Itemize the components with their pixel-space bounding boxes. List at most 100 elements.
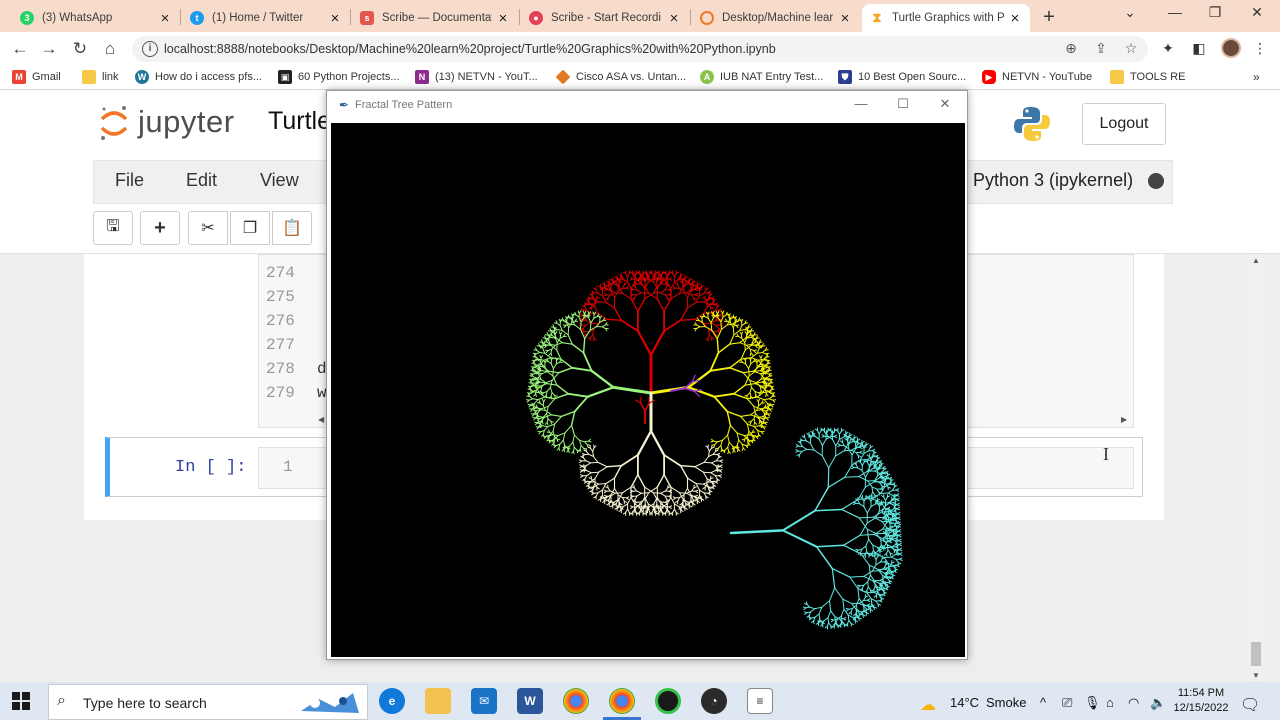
bookmark-netvn-youtube[interactable]: ▶ NETVN - YouTube	[982, 70, 1092, 84]
tab-jupyter-tree[interactable]: Desktop/Machine lear ×	[692, 4, 860, 32]
page-scrollbar[interactable]: ▲ ▼	[1248, 254, 1264, 682]
windows-start-icon[interactable]	[12, 692, 30, 710]
bookmark-star-icon[interactable]: ☆	[1122, 40, 1140, 57]
bookmark-python-projects[interactable]: ▣ 60 Python Projects...	[278, 70, 400, 84]
bookmark-label: (13) NETVN - YouT...	[435, 71, 538, 83]
fractal-branch-light-green	[525, 310, 653, 455]
new-tab-button[interactable]: +	[1040, 6, 1058, 29]
address-bar[interactable]: i localhost:8888/notebooks/Desktop/Machi…	[132, 36, 1148, 62]
site-info-icon[interactable]: i	[142, 41, 158, 57]
profile-avatar[interactable]	[1221, 38, 1241, 58]
microphone-icon[interactable]: 🎙	[1084, 695, 1101, 711]
bookmark-iub[interactable]: A IUB NAT Entry Test...	[700, 70, 823, 84]
notebook-title[interactable]: Turtle	[268, 107, 331, 136]
close-icon[interactable]: ×	[1008, 10, 1022, 27]
turtle-window-title: Fractal Tree Pattern	[355, 99, 453, 111]
close-icon[interactable]: ×	[667, 10, 681, 27]
bookmark-cisco[interactable]: Cisco ASA vs. Untan...	[555, 69, 687, 85]
hourglass-icon: ⧗	[872, 10, 882, 25]
close-window-icon[interactable]: ✕	[1246, 4, 1268, 21]
twitter-icon: t	[190, 11, 204, 25]
forward-icon[interactable]: →	[38, 38, 60, 60]
turtle-window-titlebar[interactable]: ✒ Fractal Tree Pattern — ☐ ✕	[327, 91, 967, 121]
reload-icon[interactable]: ↻	[69, 38, 91, 60]
minimize-icon[interactable]: —	[1164, 4, 1186, 20]
network-icon[interactable]: ⌂	[1106, 695, 1114, 710]
notepad-icon[interactable]: ≡	[747, 688, 773, 714]
volume-icon[interactable]: 🔈	[1150, 695, 1166, 711]
menu-file[interactable]: File	[115, 170, 144, 191]
maximize-icon[interactable]: ☐	[893, 96, 913, 112]
edge-icon[interactable]: e	[379, 688, 405, 714]
minimize-icon[interactable]: —	[851, 96, 871, 111]
weather-icon[interactable]: ☁	[920, 695, 936, 715]
recorder-icon[interactable]	[655, 688, 681, 714]
notification-icon[interactable]: 🗨	[1240, 695, 1260, 715]
chrome-active-icon[interactable]	[609, 688, 635, 714]
taskbar-search[interactable]: ⌕ Type here to search	[48, 684, 368, 720]
save-button[interactable]: 🖫	[93, 211, 133, 245]
menu-view[interactable]: View	[260, 170, 299, 191]
extensions-icon[interactable]: ✦	[1158, 40, 1178, 57]
fractal-branch-red	[578, 270, 724, 395]
system-clock[interactable]: 11:54 PM 12/15/2022	[1170, 686, 1232, 716]
restore-icon[interactable]: ❐	[1204, 4, 1226, 21]
bookmark-label: Cisco ASA vs. Untan...	[576, 71, 687, 83]
tab-whatsapp[interactable]: 3 (3) WhatsApp ×	[12, 4, 180, 32]
bookmark-wordpress[interactable]: W How do i access pfs...	[135, 70, 262, 84]
scribe-icon: s	[360, 11, 374, 25]
scrollbar-thumb[interactable]	[1251, 642, 1261, 666]
more-bookmarks-icon[interactable]: »	[1253, 70, 1260, 84]
close-icon[interactable]: ×	[496, 10, 510, 27]
side-panel-icon[interactable]: ◧	[1189, 40, 1209, 57]
weather-text[interactable]: Smoke	[986, 695, 1026, 710]
weather-temp[interactable]: 14°C	[950, 695, 979, 710]
mail-icon[interactable]: ✉	[471, 688, 497, 714]
tab-twitter[interactable]: t (1) Home / Twitter ×	[182, 4, 350, 32]
file-explorer-icon[interactable]	[425, 688, 451, 714]
speedtest-icon[interactable]: ◔	[701, 688, 727, 714]
close-icon[interactable]: ×	[158, 10, 172, 27]
bookmark-gmail[interactable]: M Gmail	[12, 70, 61, 84]
logout-button[interactable]: Logout	[1082, 103, 1166, 145]
bookmark-netvn-youtube-13[interactable]: N (13) NETVN - YouT...	[415, 70, 538, 84]
tab-search-icon[interactable]: ⌄	[1119, 4, 1141, 21]
bookmark-tools[interactable]: TOOLS RE	[1110, 70, 1185, 84]
wifi-icon[interactable]: ◠	[1128, 695, 1139, 711]
close-icon[interactable]: ×	[328, 10, 342, 27]
scroll-down-icon[interactable]: ▼	[1252, 671, 1260, 680]
bookmark-link[interactable]: link	[82, 70, 119, 84]
meet-now-icon[interactable]: ⎚	[1062, 695, 1072, 711]
tray-chevron-icon[interactable]: ^	[1040, 695, 1046, 710]
youtube-icon: ▶	[982, 70, 996, 84]
line-number: 279	[266, 384, 295, 402]
fractal-branch-cream	[578, 391, 724, 516]
tab-title: Turtle Graphics with P	[892, 12, 1004, 24]
word-icon[interactable]: W	[517, 688, 543, 714]
paste-button[interactable]: 📋	[272, 211, 312, 245]
line-number: 274	[266, 264, 295, 282]
copy-button[interactable]: ❐	[230, 211, 270, 245]
jupyter-brand[interactable]: jupyter	[138, 104, 235, 140]
home-icon[interactable]: ⌂	[99, 38, 121, 60]
tab-scribe-record[interactable]: ● Scribe - Start Recordi ×	[521, 4, 689, 32]
search-placeholder: Type here to search	[83, 695, 207, 711]
tab-turtle-graphics[interactable]: ⧗ Turtle Graphics with P ×	[862, 4, 1030, 32]
scroll-right-icon[interactable]: ▶	[1121, 415, 1127, 424]
share-icon[interactable]: ⇪	[1092, 40, 1110, 57]
menu-edit[interactable]: Edit	[186, 170, 217, 191]
zoom-icon[interactable]: ⊕	[1062, 40, 1080, 57]
browser-menu-icon[interactable]: ⋮	[1250, 40, 1270, 57]
scroll-left-icon[interactable]: ◀	[318, 415, 324, 424]
close-icon[interactable]: ✕	[935, 96, 955, 112]
insert-cell-button[interactable]: +	[140, 211, 180, 245]
kernel-name[interactable]: Python 3 (ipykernel)	[973, 170, 1133, 191]
back-icon[interactable]: ←	[9, 38, 31, 60]
cut-button[interactable]: ✂	[188, 211, 228, 245]
chrome-icon[interactable]	[563, 688, 589, 714]
close-icon[interactable]: ×	[838, 10, 852, 27]
tab-title: Scribe - Start Recordi	[551, 12, 661, 24]
scroll-up-icon[interactable]: ▲	[1252, 256, 1260, 265]
bookmark-open-source[interactable]: ⛊ 10 Best Open Sourc...	[838, 70, 966, 84]
tab-scribe-docs[interactable]: s Scribe — Documentati ×	[352, 4, 518, 32]
